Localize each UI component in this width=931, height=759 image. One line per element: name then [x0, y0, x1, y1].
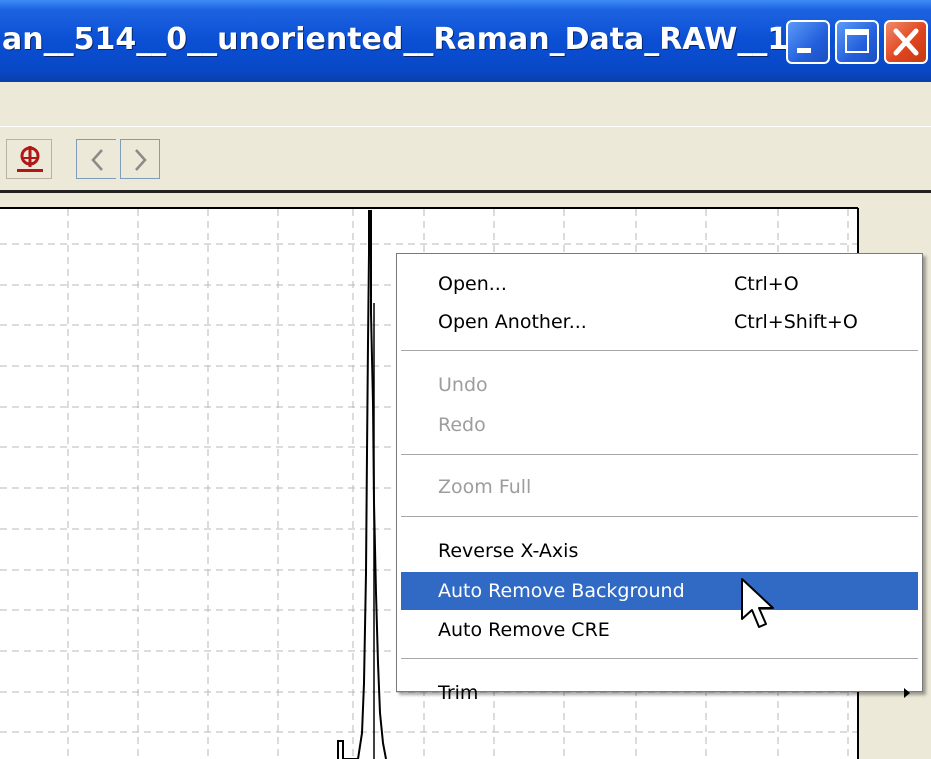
- maximize-icon: [845, 29, 869, 53]
- tool-button[interactable]: [6, 139, 52, 179]
- context-menu: Open... Ctrl+O Open Another... Ctrl+Shif…: [396, 253, 923, 704]
- menu-item-label: Auto Remove Background: [438, 580, 685, 602]
- previous-button[interactable]: [76, 139, 116, 179]
- next-icon: [135, 149, 147, 171]
- mouse-cursor-icon: [741, 578, 774, 628]
- maximize-button[interactable]: [835, 20, 879, 64]
- menu-item-shortcut: Ctrl+Shift+O: [734, 311, 858, 333]
- menu-separator: [401, 658, 918, 660]
- submenu-arrow-icon: [904, 688, 910, 698]
- menu-item-auto-remove-cre[interactable]: Auto Remove CRE: [401, 611, 918, 649]
- tool-icon: [17, 146, 43, 172]
- menu-item-redo[interactable]: Redo: [401, 406, 918, 444]
- menu-item-label: Undo: [438, 374, 488, 396]
- menu-item-open-another[interactable]: Open Another... Ctrl+Shift+O: [401, 303, 918, 341]
- window-title: an__514__0__unoriented__Raman_Data_RAW__…: [2, 22, 844, 57]
- menu-item-undo[interactable]: Undo: [401, 366, 918, 404]
- menu-item-label: Redo: [438, 414, 486, 436]
- menu-item-label: Open...: [438, 273, 507, 295]
- menu-item-open[interactable]: Open... Ctrl+O: [401, 265, 918, 303]
- menu-item-label: Reverse X-Axis: [438, 540, 579, 562]
- menu-item-auto-remove-background[interactable]: Auto Remove Background: [401, 572, 918, 610]
- menu-separator: [401, 454, 918, 456]
- prev-icon: [91, 149, 103, 171]
- menu-bar: [0, 82, 931, 127]
- minimize-icon: [797, 48, 811, 53]
- menu-item-label: Auto Remove CRE: [438, 619, 610, 641]
- menu-separator: [401, 516, 918, 518]
- menu-item-shortcut: Ctrl+O: [734, 273, 799, 295]
- menu-item-label: Trim: [438, 682, 479, 704]
- menu-item-label: Zoom Full: [438, 476, 532, 498]
- toolbar: [0, 126, 931, 191]
- minimize-button[interactable]: [786, 20, 830, 64]
- menu-separator: [401, 350, 918, 352]
- next-button[interactable]: [120, 139, 160, 179]
- menu-item-reverse-x-axis[interactable]: Reverse X-Axis: [401, 532, 918, 570]
- close-icon: [893, 28, 919, 56]
- title-bar[interactable]: an__514__0__unoriented__Raman_Data_RAW__…: [0, 0, 931, 82]
- close-button[interactable]: [884, 20, 928, 64]
- menu-item-label: Open Another...: [438, 311, 587, 333]
- menu-item-zoom-full[interactable]: Zoom Full: [401, 468, 918, 506]
- menu-item-trim[interactable]: Trim: [401, 674, 918, 712]
